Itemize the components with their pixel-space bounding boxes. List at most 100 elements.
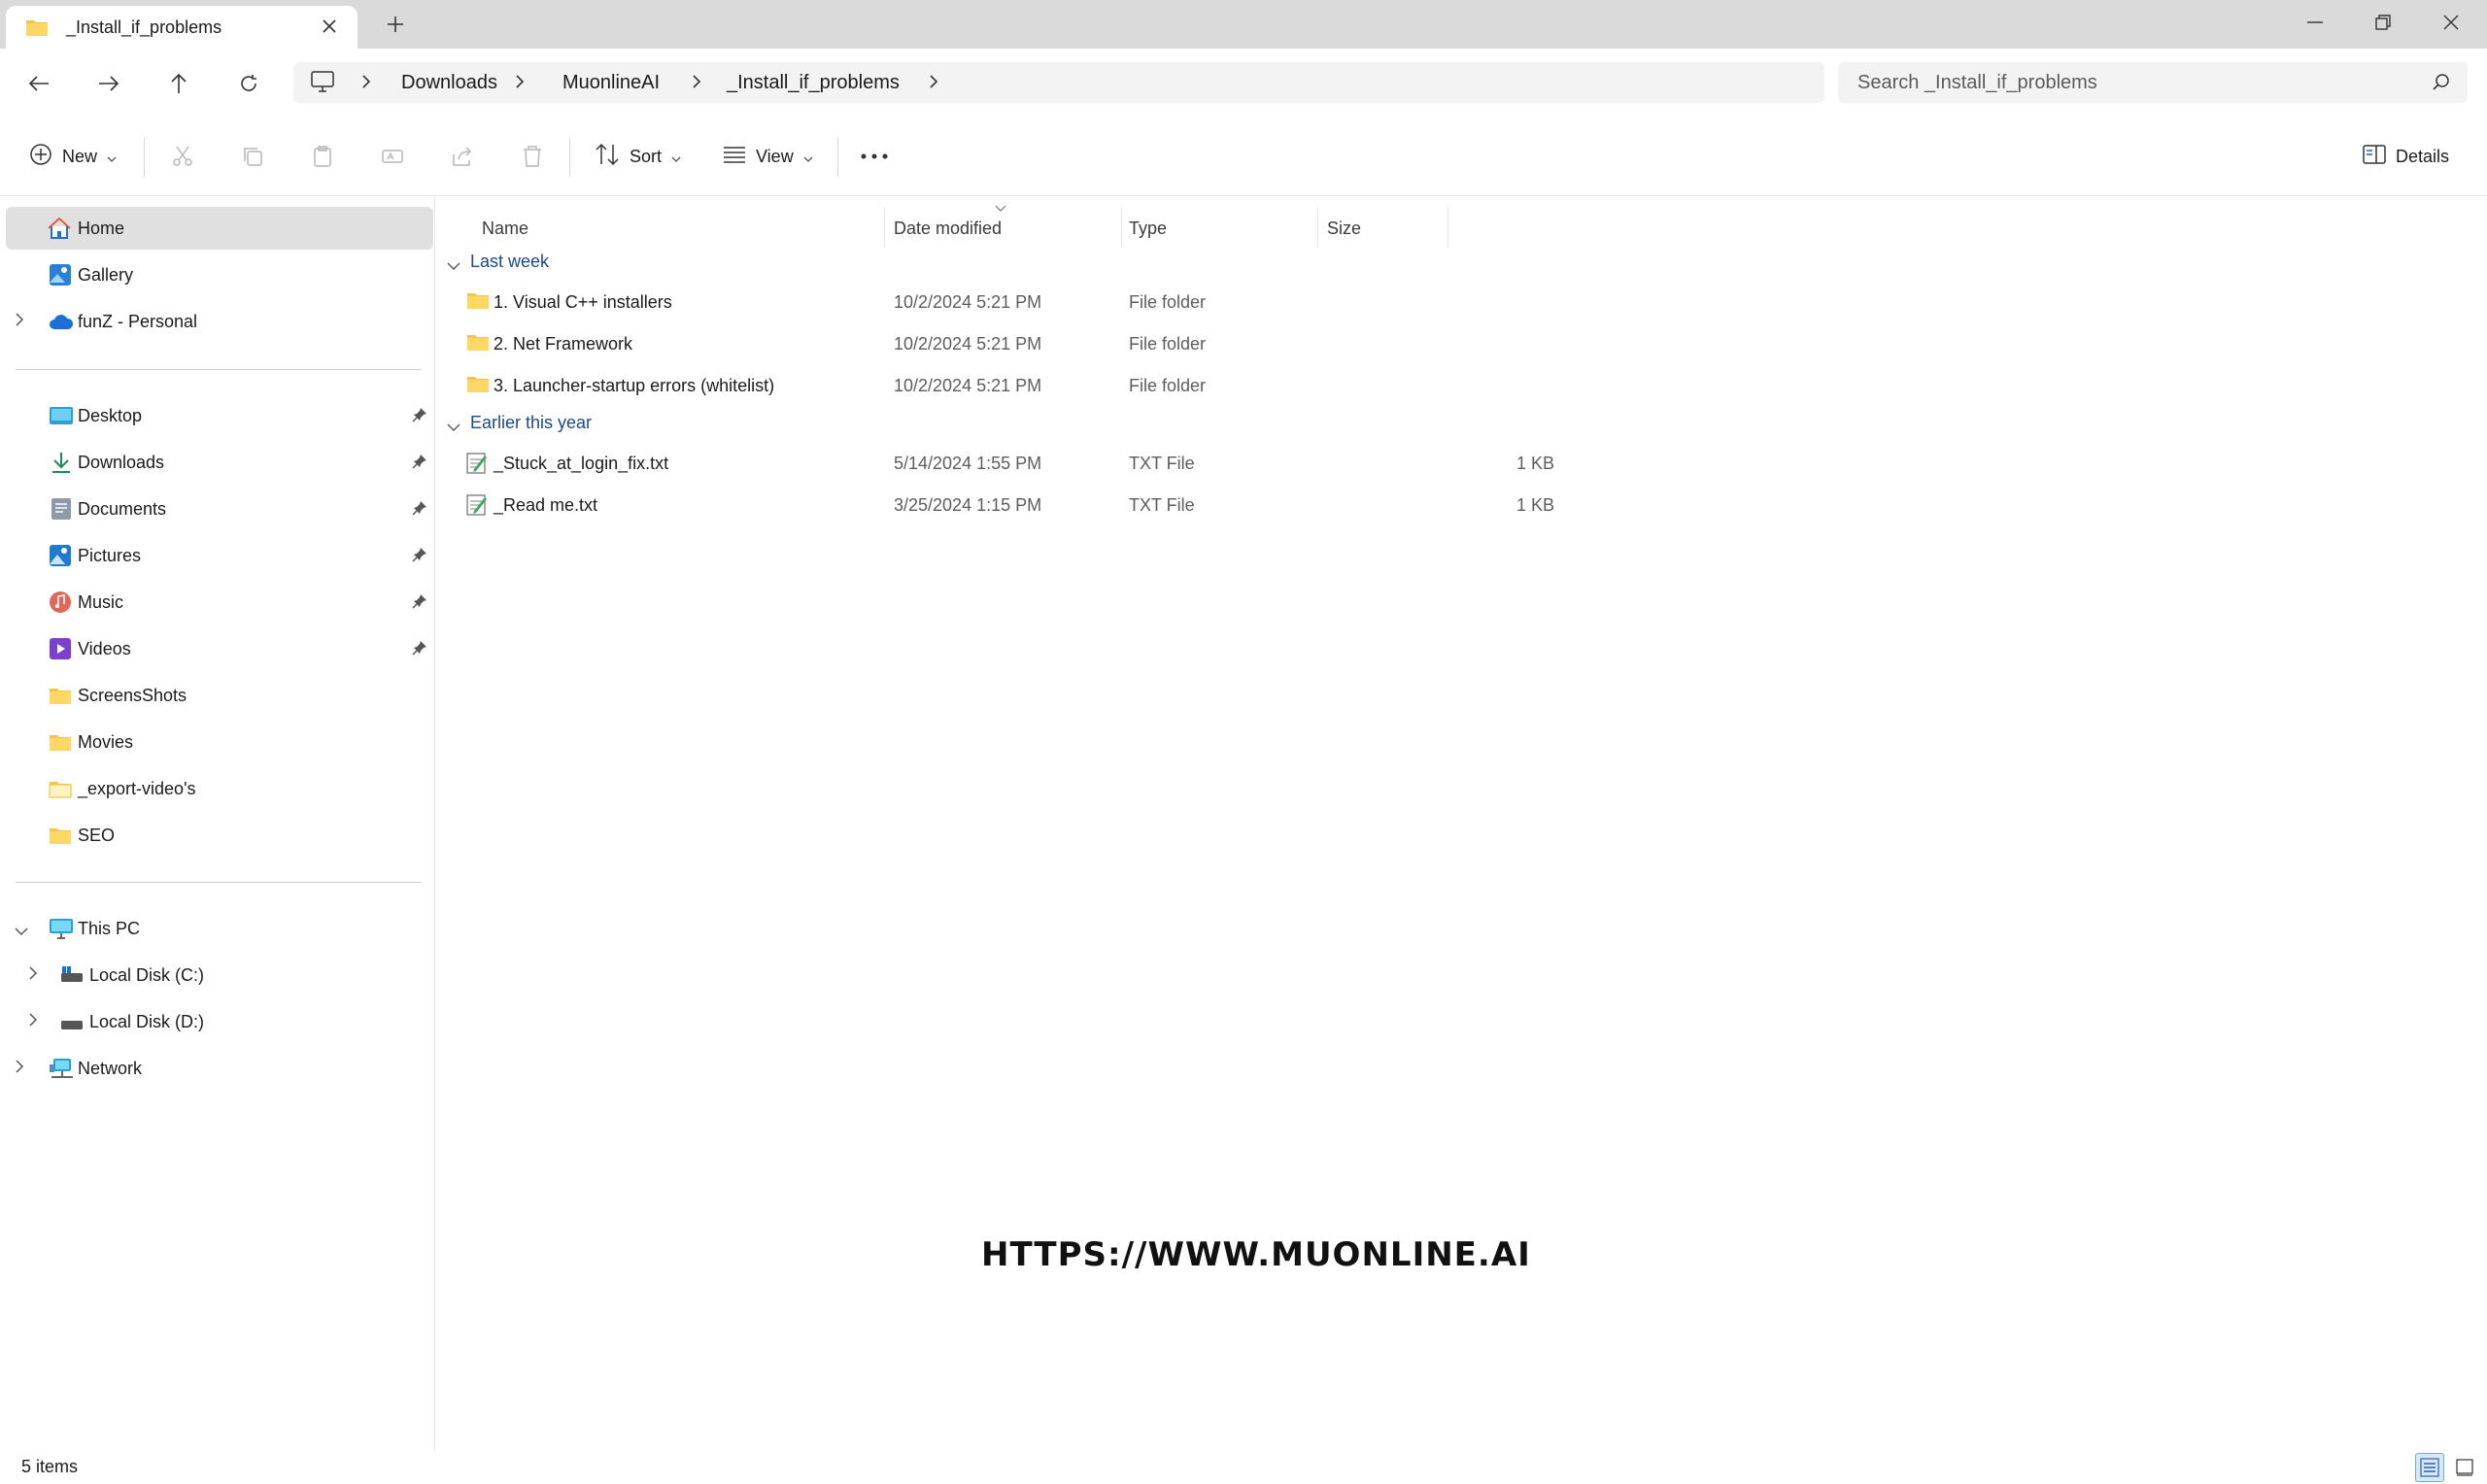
paste-button[interactable]	[311, 136, 334, 177]
sidebar-item-network[interactable]: Network	[6, 1047, 433, 1090]
new-tab-button[interactable]	[381, 10, 410, 39]
minimize-button[interactable]	[2281, 0, 2349, 45]
sidebar-item-movies[interactable]: Movies	[6, 721, 433, 763]
sidebar-item-label: Music	[78, 592, 124, 612]
file-date: 10/2/2024 5:21 PM	[894, 334, 1042, 354]
search-box[interactable]	[1838, 62, 2468, 103]
pin-icon[interactable]	[412, 640, 427, 660]
file-size: 1 KB	[1516, 495, 1554, 515]
new-button[interactable]: New	[29, 136, 117, 177]
pin-icon[interactable]	[412, 500, 427, 521]
sidebar-item-home[interactable]: Home	[6, 207, 433, 250]
file-name: _Stuck_at_login_fix.txt	[494, 454, 669, 473]
copy-button[interactable]	[241, 136, 264, 177]
rename-button[interactable]	[381, 136, 404, 177]
column-header-type[interactable]: Type	[1129, 219, 1167, 239]
address-row: Downloads MuonlineAI _Install_if_problem…	[0, 49, 2487, 117]
breadcrumb-install-if-problems[interactable]: _Install_if_problems	[727, 72, 900, 94]
chevron-down-icon	[447, 255, 460, 276]
text-file-icon	[466, 493, 488, 522]
file-row[interactable]: 3. Launcher-startup errors (whitelist) 1…	[447, 366, 1885, 405]
chevron-right-icon[interactable]	[14, 1059, 25, 1079]
drive-icon	[60, 965, 84, 988]
file-type: File folder	[1129, 376, 1207, 395]
pictures-icon	[49, 544, 72, 572]
chevron-right-icon[interactable]	[361, 74, 371, 94]
file-name: 3. Launcher-startup errors (whitelist)	[494, 376, 775, 395]
breadcrumb-downloads[interactable]: Downloads	[401, 72, 497, 94]
sidebar-item-screensshots[interactable]: ScreensShots	[6, 674, 433, 717]
refresh-button[interactable]	[231, 66, 266, 101]
sidebar-item-videos[interactable]: Videos	[6, 627, 433, 670]
group-header-last-week[interactable]: Last week	[447, 252, 738, 277]
monitor-icon	[311, 71, 334, 97]
file-row[interactable]: _Read me.txt 3/25/2024 1:15 PM TXT File …	[447, 486, 1885, 524]
download-icon	[51, 451, 72, 479]
delete-button[interactable]	[521, 136, 544, 177]
sidebar-item-onedrive[interactable]: funZ - Personal	[6, 300, 433, 343]
pin-icon[interactable]	[412, 593, 427, 614]
up-button[interactable]	[161, 66, 196, 101]
tab-install-if-problems[interactable]: _Install_if_problems	[6, 6, 358, 49]
details-pane-button[interactable]: Details	[2363, 136, 2449, 177]
sidebar-item-this-pc[interactable]: This PC	[6, 907, 433, 950]
sidebar-item-export-videos[interactable]: _export-video's	[6, 767, 433, 810]
file-size: 1 KB	[1516, 454, 1554, 473]
chevron-right-icon[interactable]	[692, 74, 701, 94]
plus-circle-icon	[29, 143, 52, 171]
chevron-right-icon[interactable]	[929, 74, 938, 94]
address-bar[interactable]: Downloads MuonlineAI _Install_if_problem…	[293, 62, 1824, 103]
network-icon	[49, 1057, 74, 1085]
sort-button[interactable]: Sort	[595, 136, 681, 177]
group-header-earlier-this-year[interactable]: Earlier this year	[447, 413, 738, 438]
column-header-name[interactable]: Name	[482, 219, 528, 239]
chevron-right-icon[interactable]	[27, 1012, 39, 1032]
back-button[interactable]	[21, 66, 56, 101]
sidebar-item-seo[interactable]: SEO	[6, 814, 433, 857]
pin-icon[interactable]	[412, 454, 427, 474]
sidebar-item-local-disk-c[interactable]: Local Disk (C:)	[6, 954, 433, 996]
search-icon[interactable]	[2433, 73, 2450, 95]
file-type: File folder	[1129, 292, 1207, 312]
file-row[interactable]: _Stuck_at_login_fix.txt 5/14/2024 1:55 P…	[447, 444, 1885, 483]
pin-icon[interactable]	[412, 407, 427, 427]
sidebar-item-pictures[interactable]: Pictures	[6, 534, 433, 577]
breadcrumb-muonlineai[interactable]: MuonlineAI	[562, 72, 660, 94]
sidebar-item-music[interactable]: Music	[6, 581, 433, 624]
sidebar-item-desktop[interactable]: Desktop	[6, 394, 433, 437]
details-view-button[interactable]	[2415, 1453, 2444, 1482]
more-options-button[interactable]	[861, 136, 888, 177]
restore-button[interactable]	[2349, 0, 2417, 45]
pin-icon[interactable]	[412, 547, 427, 567]
file-name: 1. Visual C++ installers	[494, 292, 672, 312]
column-divider[interactable]	[1317, 207, 1318, 248]
column-divider[interactable]	[1121, 207, 1122, 248]
cut-button[interactable]	[171, 136, 194, 177]
file-row[interactable]: 1. Visual C++ installers 10/2/2024 5:21 …	[447, 283, 1885, 321]
chevron-right-icon[interactable]	[14, 312, 25, 332]
share-button[interactable]	[451, 136, 474, 177]
close-tab-icon[interactable]	[317, 14, 342, 39]
folder-icon	[466, 374, 490, 398]
sidebar-item-downloads[interactable]: Downloads	[6, 441, 433, 484]
forward-button[interactable]	[91, 66, 126, 101]
chevron-down-icon	[803, 147, 813, 167]
view-button[interactable]: View	[723, 136, 813, 177]
column-header-date[interactable]: Date modified	[894, 219, 1002, 239]
sidebar-item-label: Documents	[78, 499, 167, 519]
drive-icon	[60, 1015, 84, 1035]
search-input[interactable]	[1857, 70, 2402, 95]
sidebar-item-local-disk-d[interactable]: Local Disk (D:)	[6, 1000, 433, 1043]
chevron-right-icon[interactable]	[27, 965, 39, 986]
sidebar-item-gallery[interactable]: Gallery	[6, 253, 433, 296]
large-icons-view-button[interactable]	[2450, 1453, 2479, 1482]
close-window-button[interactable]	[2417, 0, 2485, 45]
column-divider[interactable]	[884, 207, 885, 248]
file-date: 3/25/2024 1:15 PM	[894, 495, 1042, 515]
sidebar-item-documents[interactable]: Documents	[6, 488, 433, 530]
folder-icon	[466, 332, 490, 356]
column-header-size[interactable]: Size	[1327, 219, 1361, 239]
chevron-right-icon[interactable]	[515, 74, 525, 94]
chevron-down-icon[interactable]	[14, 922, 29, 942]
file-row[interactable]: 2. Net Framework 10/2/2024 5:21 PM File …	[447, 324, 1885, 363]
